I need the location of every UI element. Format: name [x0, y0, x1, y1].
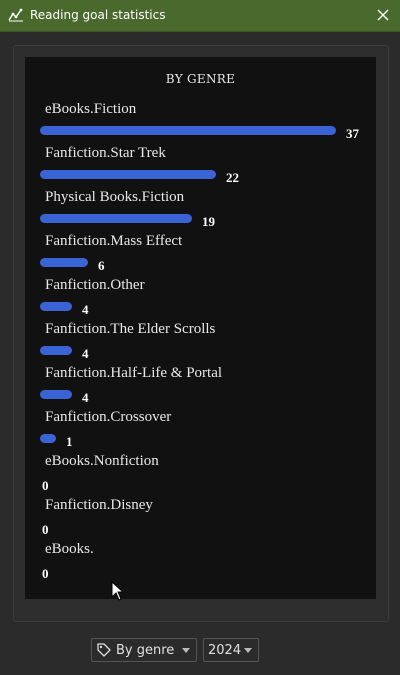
- category-label: Fanfiction.Half-Life & Portal: [45, 365, 223, 381]
- category-label: Fanfiction.Mass Effect: [45, 233, 183, 249]
- value-label: 0: [42, 522, 49, 537]
- bar: [40, 434, 56, 443]
- chart-row: eBooks.Fiction 37: [25, 101, 376, 145]
- category-label: Physical Books.Fiction: [45, 189, 185, 205]
- group-by-dropdown[interactable]: By genre: [91, 638, 197, 662]
- value-label: 0: [42, 566, 49, 581]
- chart-row: eBooks.Nonfiction 0: [25, 453, 376, 497]
- tag-icon: [97, 643, 111, 657]
- value-label: 4: [82, 302, 89, 317]
- bar: [40, 390, 72, 399]
- value-label: 6: [98, 258, 105, 273]
- window-title: Reading goal statistics: [30, 8, 166, 22]
- category-label: Fanfiction.The Elder Scrolls: [45, 321, 216, 337]
- year-value: 2024: [208, 642, 242, 658]
- value-label: 19: [202, 214, 215, 229]
- chart-title: BY GENRE: [165, 72, 236, 86]
- title-bar: Reading goal statistics: [0, 0, 400, 32]
- category-label: Fanfiction.Other: [45, 277, 145, 293]
- genre-bar-chart: BY GENRE eBooks.Fiction 37 Fanfiction.Star…: [25, 57, 376, 599]
- category-label: eBooks.: [45, 541, 94, 557]
- category-label: eBooks.Nonfiction: [45, 453, 159, 469]
- value-label: 4: [82, 346, 89, 361]
- bar: [40, 346, 72, 355]
- chart-row: Fanfiction.Half-Life & Portal 4: [25, 365, 376, 409]
- group-by-value: By genre: [116, 642, 175, 658]
- value-label: 1: [66, 434, 73, 449]
- value-label: 22: [226, 170, 239, 185]
- chart-row: Fanfiction.Crossover 1: [25, 409, 376, 453]
- bar: [40, 302, 72, 311]
- chart-row: Fanfiction.Other 4: [25, 277, 376, 321]
- value-label: 0: [42, 478, 49, 493]
- mouse-pointer-icon: [111, 581, 125, 601]
- bar: [40, 214, 192, 223]
- bar: [40, 126, 336, 135]
- chart-row: Fanfiction.Star Trek 22: [25, 145, 376, 189]
- controls-bar: By genre 2024: [0, 630, 400, 675]
- year-dropdown[interactable]: 2024: [203, 638, 259, 662]
- chart-row: Physical Books.Fiction 19: [25, 189, 376, 233]
- category-label: Fanfiction.Crossover: [45, 409, 172, 425]
- bar: [40, 170, 216, 179]
- chart-row: eBooks. 0: [25, 541, 376, 585]
- close-icon: [377, 9, 389, 21]
- value-label: 37: [346, 126, 359, 141]
- chevron-down-icon: [182, 648, 190, 653]
- chart-row: Fanfiction.Mass Effect 6: [25, 233, 376, 277]
- chevron-down-icon: [244, 648, 252, 653]
- bar: [40, 258, 88, 267]
- chart-row: Fanfiction.Disney 0: [25, 497, 376, 541]
- category-label: Fanfiction.Disney: [45, 497, 153, 513]
- value-label: 4: [82, 390, 89, 405]
- category-label: eBooks.Fiction: [45, 101, 137, 117]
- line-chart-icon: [8, 8, 23, 22]
- chart-row: Fanfiction.The Elder Scrolls 4: [25, 321, 376, 365]
- close-button[interactable]: [372, 4, 394, 26]
- category-label: Fanfiction.Star Trek: [45, 145, 166, 161]
